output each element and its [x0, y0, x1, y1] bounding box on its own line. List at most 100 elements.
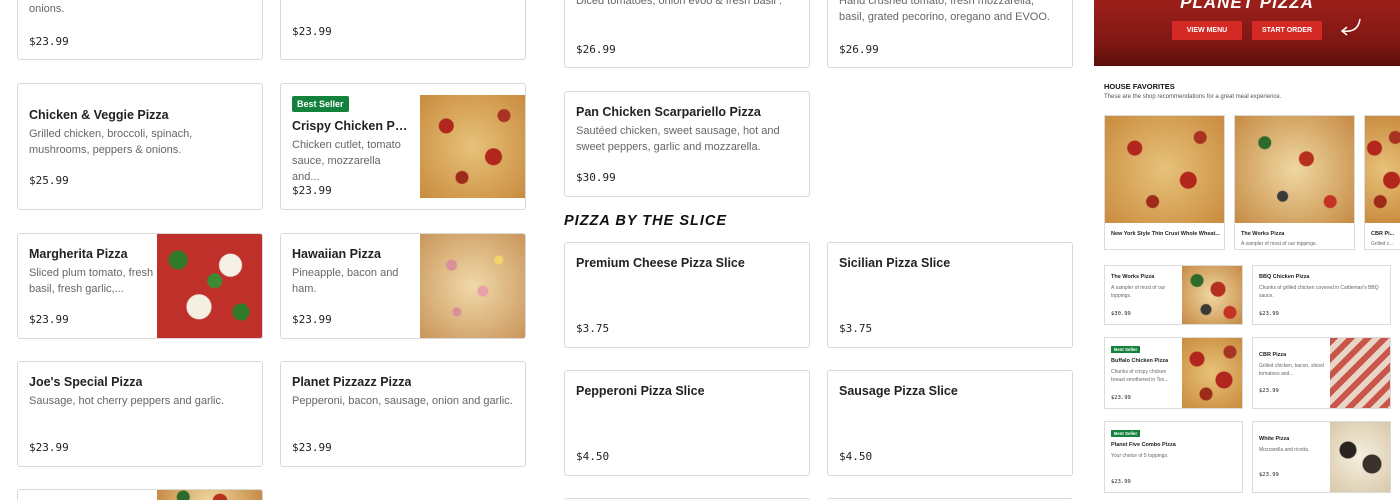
- start-order-button[interactable]: START ORDER: [1252, 21, 1322, 40]
- section-title: PIZZA BY THE SLICE: [564, 213, 728, 229]
- menu-item-card[interactable]: Chicken & Veggie Pizza Grilled chicken, …: [17, 83, 263, 210]
- slice-item-card[interactable]: Pepperoni Pizza Slice $4.50: [564, 370, 810, 476]
- item-description: A sampler of most of our toppings.: [1241, 241, 1317, 247]
- menu-item-card[interactable]: Hand crushed tomato, fresh mozzarella, b…: [827, 0, 1073, 68]
- hero-banner: PLANET PIZZA VIEW MENU START ORDER: [1094, 0, 1400, 66]
- pizza-image: [420, 234, 525, 338]
- item-description: Chunks of crispy chicken breast smothere…: [1111, 369, 1169, 383]
- best-seller-badge: Best Seller: [1111, 430, 1141, 437]
- item-title: Premium Cheese Pizza Slice: [576, 256, 745, 270]
- item-title: Planet Five Combo Pizza: [1111, 442, 1176, 448]
- item-description: Your choice of 5 toppings.: [1111, 453, 1169, 459]
- item-title: CBR Pizza: [1259, 352, 1287, 358]
- pizza-image: [157, 234, 262, 338]
- pizza-image: [1235, 116, 1354, 223]
- menu-item-card[interactable]: Hawaiian Pizza Pineapple, bacon and ham.…: [280, 233, 526, 339]
- item-price: $23.99: [1259, 311, 1279, 317]
- item-price: $3.75: [576, 322, 610, 335]
- item-title: Crispy Chicken Parm...: [292, 119, 412, 133]
- item-description: Mozzarella and ricotta.: [1259, 447, 1310, 453]
- item-title: CBR Pi...: [1371, 231, 1395, 237]
- best-seller-badge: Best Seller: [292, 96, 349, 112]
- carousel-card[interactable]: New York Style Thin Crust Whole Wheat...: [1104, 115, 1225, 250]
- item-price: $23.99: [29, 313, 69, 326]
- item-description: onions.: [29, 3, 65, 15]
- item-price: $23.99: [1111, 395, 1131, 401]
- item-title: Joe's Special Pizza: [29, 375, 143, 389]
- item-title: Sicilian Pizza Slice: [839, 256, 951, 270]
- item-title: The Works Pizza: [1111, 274, 1155, 280]
- item-price: $23.99: [29, 441, 69, 454]
- slice-item-card[interactable]: Premium Cheese Pizza Slice $3.75: [564, 242, 810, 348]
- menu-item-card[interactable]: [17, 489, 263, 500]
- item-price: $4.50: [576, 450, 610, 463]
- item-title: New York Style Thin Crust Whole Wheat...: [1111, 231, 1220, 237]
- slice-item-card[interactable]: Sausage Pizza Slice $4.50: [827, 370, 1073, 476]
- item-title: Margherita Pizza: [29, 247, 128, 261]
- item-description: Chunks of grilled chicken covered in Cat…: [1259, 285, 1379, 299]
- item-description: Grilled chicken, broccoli, spinach, mush…: [29, 128, 193, 156]
- item-price: $30.99: [1111, 311, 1131, 317]
- item-description: Sliced plum tomato, fresh basil, fresh g…: [29, 267, 154, 295]
- favorites-subtitle: These are the shop recommendations for a…: [1104, 94, 1282, 100]
- menu-item-card[interactable]: Diced tomatoes, onion evoo & fresh basil…: [564, 0, 810, 68]
- item-description: Sausage, hot cherry peppers and garlic.: [29, 395, 225, 407]
- item-title: Buffalo Chicken Pizza: [1111, 358, 1169, 364]
- item-title: The Works Pizza: [1241, 231, 1285, 237]
- menu-item-card[interactable]: Pan Chicken Scarpariello Pizza Sautéed c…: [564, 91, 810, 197]
- item-title: Planet Pizzazz Pizza: [292, 375, 412, 389]
- favorite-item-card[interactable]: BBQ Chicken Pizza Chunks of grilled chic…: [1252, 265, 1391, 325]
- item-description: Hand crushed tomato, fresh mozzarella, b…: [839, 0, 1050, 23]
- favorites-title: HOUSE FAVORITES: [1104, 82, 1175, 91]
- item-price: $23.99: [1259, 472, 1279, 478]
- item-title: Pepperoni Pizza Slice: [576, 384, 705, 398]
- menu-item-card[interactable]: Planet Pizzazz Pizza Pepperoni, bacon, s…: [280, 361, 526, 467]
- item-title: BBQ Chicken Pizza: [1259, 274, 1310, 280]
- item-price: $23.99: [292, 313, 332, 326]
- menu-item-card[interactable]: Best Seller Crispy Chicken Parm... Chick…: [280, 83, 526, 210]
- item-price: $23.99: [292, 25, 332, 38]
- item-description: Pineapple, bacon and ham.: [292, 267, 399, 295]
- item-description: Pepperoni, bacon, sausage, onion and gar…: [292, 395, 513, 407]
- slice-item-card[interactable]: Sicilian Pizza Slice $3.75: [827, 242, 1073, 348]
- item-price: $23.99: [1259, 388, 1279, 394]
- menu-item-card[interactable]: onions. $23.99: [17, 0, 263, 60]
- favorite-item-card[interactable]: Best Seller Buffalo Chicken Pizza Chunks…: [1104, 337, 1243, 409]
- item-title: Pan Chicken Scarpariello Pizza: [576, 105, 761, 119]
- item-title: Sausage Pizza Slice: [839, 384, 958, 398]
- best-seller-badge: Best Seller: [1111, 346, 1141, 353]
- pizza-image: [420, 95, 525, 198]
- item-description: A sampler of most of our toppings.: [1111, 285, 1166, 299]
- favorite-item-card[interactable]: White Pizza Mozzarella and ricotta. $23.…: [1252, 421, 1391, 493]
- menu-item-card[interactable]: Margherita Pizza Sliced plum tomato, fre…: [17, 233, 263, 339]
- item-price: $23.99: [1111, 479, 1131, 485]
- pizza-image: [157, 490, 262, 500]
- menu-item-card[interactable]: $23.99: [280, 0, 526, 60]
- item-description: Sautéed chicken, sweet sausage, hot and …: [576, 125, 780, 153]
- item-price: $23.99: [292, 441, 332, 454]
- pizza-image: [1182, 266, 1242, 324]
- brand-title: PLANET PIZZA: [1180, 0, 1314, 12]
- item-description: Grilled c...: [1371, 241, 1394, 247]
- favorite-item-card[interactable]: Best Seller Planet Five Combo Pizza Your…: [1104, 421, 1243, 493]
- item-description: Diced tomatoes, onion evoo & fresh basil…: [576, 0, 783, 7]
- favorite-item-card[interactable]: CBR Pizza Grilled chicken, bacon, sliced…: [1252, 337, 1391, 409]
- pizza-image: [1330, 422, 1390, 492]
- carousel-card[interactable]: The Works Pizza A sampler of most of our…: [1234, 115, 1355, 250]
- item-price: $23.99: [29, 35, 69, 48]
- item-title: White Pizza: [1259, 436, 1290, 442]
- pizza-image: [1330, 338, 1390, 408]
- item-title: Chicken & Veggie Pizza: [29, 108, 169, 122]
- item-price: $4.50: [839, 450, 873, 463]
- view-menu-button[interactable]: VIEW MENU: [1172, 21, 1242, 40]
- curved-arrow-icon: [1340, 18, 1361, 36]
- item-title: Hawaiian Pizza: [292, 247, 381, 261]
- item-price: $26.99: [576, 43, 616, 56]
- carousel-card[interactable]: CBR Pi... Grilled c...: [1364, 115, 1400, 250]
- item-description: Grilled chicken, bacon, sliced tomatoes …: [1259, 363, 1324, 377]
- item-price: $30.99: [576, 171, 616, 184]
- favorite-item-card[interactable]: The Works Pizza A sampler of most of our…: [1104, 265, 1243, 325]
- item-price: $23.99: [292, 184, 332, 197]
- item-price: $25.99: [29, 174, 69, 187]
- menu-item-card[interactable]: Joe's Special Pizza Sausage, hot cherry …: [17, 361, 263, 467]
